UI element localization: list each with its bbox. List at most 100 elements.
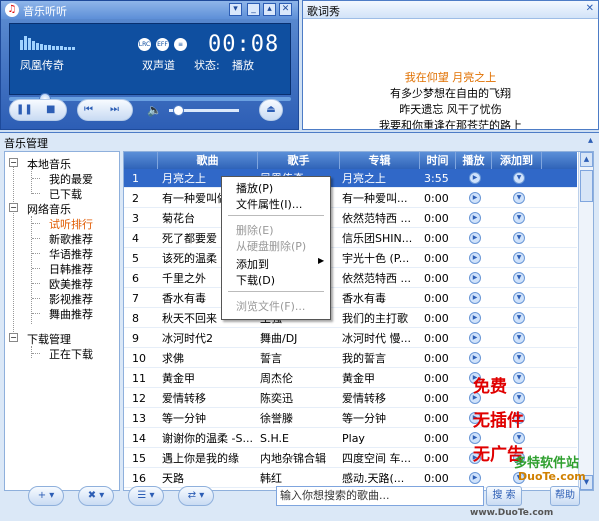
tree-item[interactable]: 舞曲推荐 <box>49 306 93 322</box>
add-to-icon[interactable]: ▼ <box>513 192 525 204</box>
table-row[interactable]: 3菊花台周杰伦依然范特西 ...0:00▶▼ <box>124 209 577 228</box>
close-button[interactable]: ✕ <box>279 3 292 16</box>
lyrics-close-icon[interactable]: ✕ <box>586 3 594 14</box>
context-menu-item[interactable]: 下载(D) <box>236 272 275 288</box>
tree-item[interactable]: 影视推荐 <box>49 291 93 307</box>
table-row[interactable]: 5该死的温柔马天宇宇光十色 (P...0:00▶▼ <box>124 249 577 268</box>
scroll-thumb[interactable] <box>580 170 593 202</box>
play-icon[interactable]: ▶ <box>469 212 481 224</box>
tree-item[interactable]: 华语推荐 <box>49 246 93 262</box>
table-row[interactable]: 10 求佛 誓言 我的誓言 0:00 ▶ ▼ <box>124 349 577 368</box>
cell-time: 0:00 <box>424 252 449 265</box>
table-row[interactable]: 2有一种爱叫做放手阿木有一种爱叫...0:00▶▼ <box>124 189 577 208</box>
add-to-icon[interactable]: ▼ <box>513 232 525 244</box>
speaker-icon[interactable]: 🔈 <box>147 103 162 117</box>
cell-album: 有一种爱叫... <box>342 192 408 205</box>
search-button[interactable]: 搜 索 <box>486 486 522 506</box>
stop-button[interactable]: ■ <box>46 100 55 120</box>
lyrics-titlebar: 歌词秀 ✕ <box>303 1 598 19</box>
play-icon[interactable]: ▶ <box>469 232 481 244</box>
volume-slider[interactable] <box>169 105 239 116</box>
table-row[interactable]: 6千里之外周杰伦依然范特西 ...0:00▶▼ <box>124 269 577 288</box>
add-to-icon[interactable]: ▼ <box>513 292 525 304</box>
context-menu-item[interactable]: 播放(P) <box>236 180 273 196</box>
collapse-toggle-icon[interactable]: − <box>9 158 18 167</box>
tree-item[interactable]: 我的最爱 <box>49 171 93 187</box>
play-icon[interactable]: ▶ <box>469 472 481 484</box>
cell-time: 0:00 <box>424 292 449 305</box>
column-header[interactable]: 时间 <box>420 152 456 169</box>
play-stop-group: ❚❚ ■ <box>9 99 67 121</box>
play-icon[interactable]: ▶ <box>469 292 481 304</box>
collapse-toggle-icon[interactable]: − <box>9 333 18 342</box>
eff-badge[interactable]: EFF <box>156 38 169 51</box>
tree-item[interactable]: 下载管理 <box>27 331 71 347</box>
volume-knob[interactable] <box>173 105 184 116</box>
add-to-icon[interactable]: ▼ <box>513 312 525 324</box>
lrc-badge[interactable]: LRC <box>138 38 151 51</box>
tree-item[interactable]: 试听排行 <box>49 216 93 232</box>
play-icon[interactable]: ▶ <box>469 192 481 204</box>
manager-collapse-icon[interactable]: ▴ <box>588 135 593 146</box>
play-icon[interactable]: ▶ <box>469 252 481 264</box>
collapse-button[interactable]: ▴ <box>263 3 276 16</box>
previous-button[interactable]: ⏮ <box>84 100 93 120</box>
add-to-icon[interactable]: ▼ <box>513 252 525 264</box>
table-row[interactable]: 4死了都要爱信乐团信乐团SHIN...0:00▶▼ <box>124 229 577 248</box>
tree-item[interactable]: 本地音乐 <box>27 156 71 172</box>
play-icon[interactable]: ▶ <box>469 172 481 184</box>
add-to-icon[interactable]: ▼ <box>513 212 525 224</box>
tree-item[interactable]: 已下载 <box>49 186 82 202</box>
watermark-text: 多特软件站 <box>514 456 580 471</box>
lyric-line: 昨天遗忘 风干了忧伤 <box>399 103 502 116</box>
search-input[interactable]: 输入你想搜索的歌曲... <box>276 486 484 506</box>
eject-button[interactable]: ⏏ <box>259 99 283 121</box>
table-row[interactable]: 7香水有毒胡杨林香水有毒0:00▶▼ <box>124 289 577 308</box>
minimize-button[interactable]: _ <box>247 3 260 16</box>
column-header[interactable]: 播放 <box>456 152 492 169</box>
add-to-icon[interactable]: ▼ <box>513 332 525 344</box>
column-header[interactable]: 歌曲 <box>158 152 258 169</box>
context-menu-item[interactable]: 添加到 <box>236 256 269 272</box>
context-menu-item[interactable]: 文件属性(I)... <box>236 196 302 212</box>
tree-item[interactable]: 欧美推荐 <box>49 276 93 292</box>
cell-artist: 誓言 <box>260 352 282 365</box>
pause-button[interactable]: ❚❚ <box>16 100 33 120</box>
column-header[interactable]: 添加到 <box>492 152 542 169</box>
add-to-icon[interactable]: ▼ <box>513 372 525 384</box>
help-button[interactable]: 帮助 <box>550 486 580 506</box>
list-button[interactable]: ☰ ▾ <box>128 486 164 506</box>
column-header[interactable]: 专辑 <box>340 152 420 169</box>
add-button[interactable]: + ▾ <box>28 486 64 506</box>
collapse-toggle-icon[interactable]: − <box>9 203 18 212</box>
current-song: 凤凰传奇 <box>20 59 64 72</box>
play-icon[interactable]: ▶ <box>469 332 481 344</box>
table-row[interactable]: 8秋天不回来王强我们的主打歌0:00▶▼ <box>124 309 577 328</box>
play-icon[interactable]: ▶ <box>469 272 481 284</box>
delete-button[interactable]: ✖ ▾ <box>78 486 114 506</box>
menu-dropdown-icon[interactable]: ▾ <box>229 3 242 16</box>
add-to-icon[interactable]: ▼ <box>513 172 525 184</box>
table-row[interactable]: 9 冰河时代2 舞曲/DJ 冰河时代 慢... 0:00 ▶ ▼ <box>124 329 577 348</box>
add-to-icon[interactable]: ▼ <box>513 392 525 404</box>
tree-item[interactable]: 新歌推荐 <box>49 231 93 247</box>
add-to-icon[interactable]: ▼ <box>513 272 525 284</box>
play-icon[interactable]: ▶ <box>469 312 481 324</box>
cell-song: 等一分钟 <box>162 412 206 425</box>
play-icon[interactable]: ▶ <box>469 352 481 364</box>
cell-time: 0:00 <box>424 232 449 245</box>
list-icon[interactable]: ≡ <box>174 38 187 51</box>
watermark-url: www.DuoTe.com <box>470 508 554 518</box>
tree-item[interactable]: 日韩推荐 <box>49 261 93 277</box>
tree-item[interactable]: 网络音乐 <box>27 201 71 217</box>
column-header[interactable]: 歌手 <box>258 152 340 169</box>
mode-button[interactable]: ⇄ ▾ <box>178 486 214 506</box>
next-button[interactable]: ⏭ <box>110 100 119 120</box>
scroll-up-icon[interactable]: ▲ <box>580 152 593 167</box>
table-row[interactable]: 1月亮之上凤凰传奇月亮之上3:55▶▼ <box>124 169 577 188</box>
table-row[interactable]: 11 黄金甲 周杰伦 黄金甲 0:00 ▶ ▼ <box>124 369 577 388</box>
tree-item[interactable]: 正在下载 <box>49 346 93 362</box>
add-to-icon[interactable]: ▼ <box>513 352 525 364</box>
cell-time: 0:00 <box>424 392 449 405</box>
vertical-scrollbar[interactable]: ▲ ▼ <box>578 152 593 490</box>
